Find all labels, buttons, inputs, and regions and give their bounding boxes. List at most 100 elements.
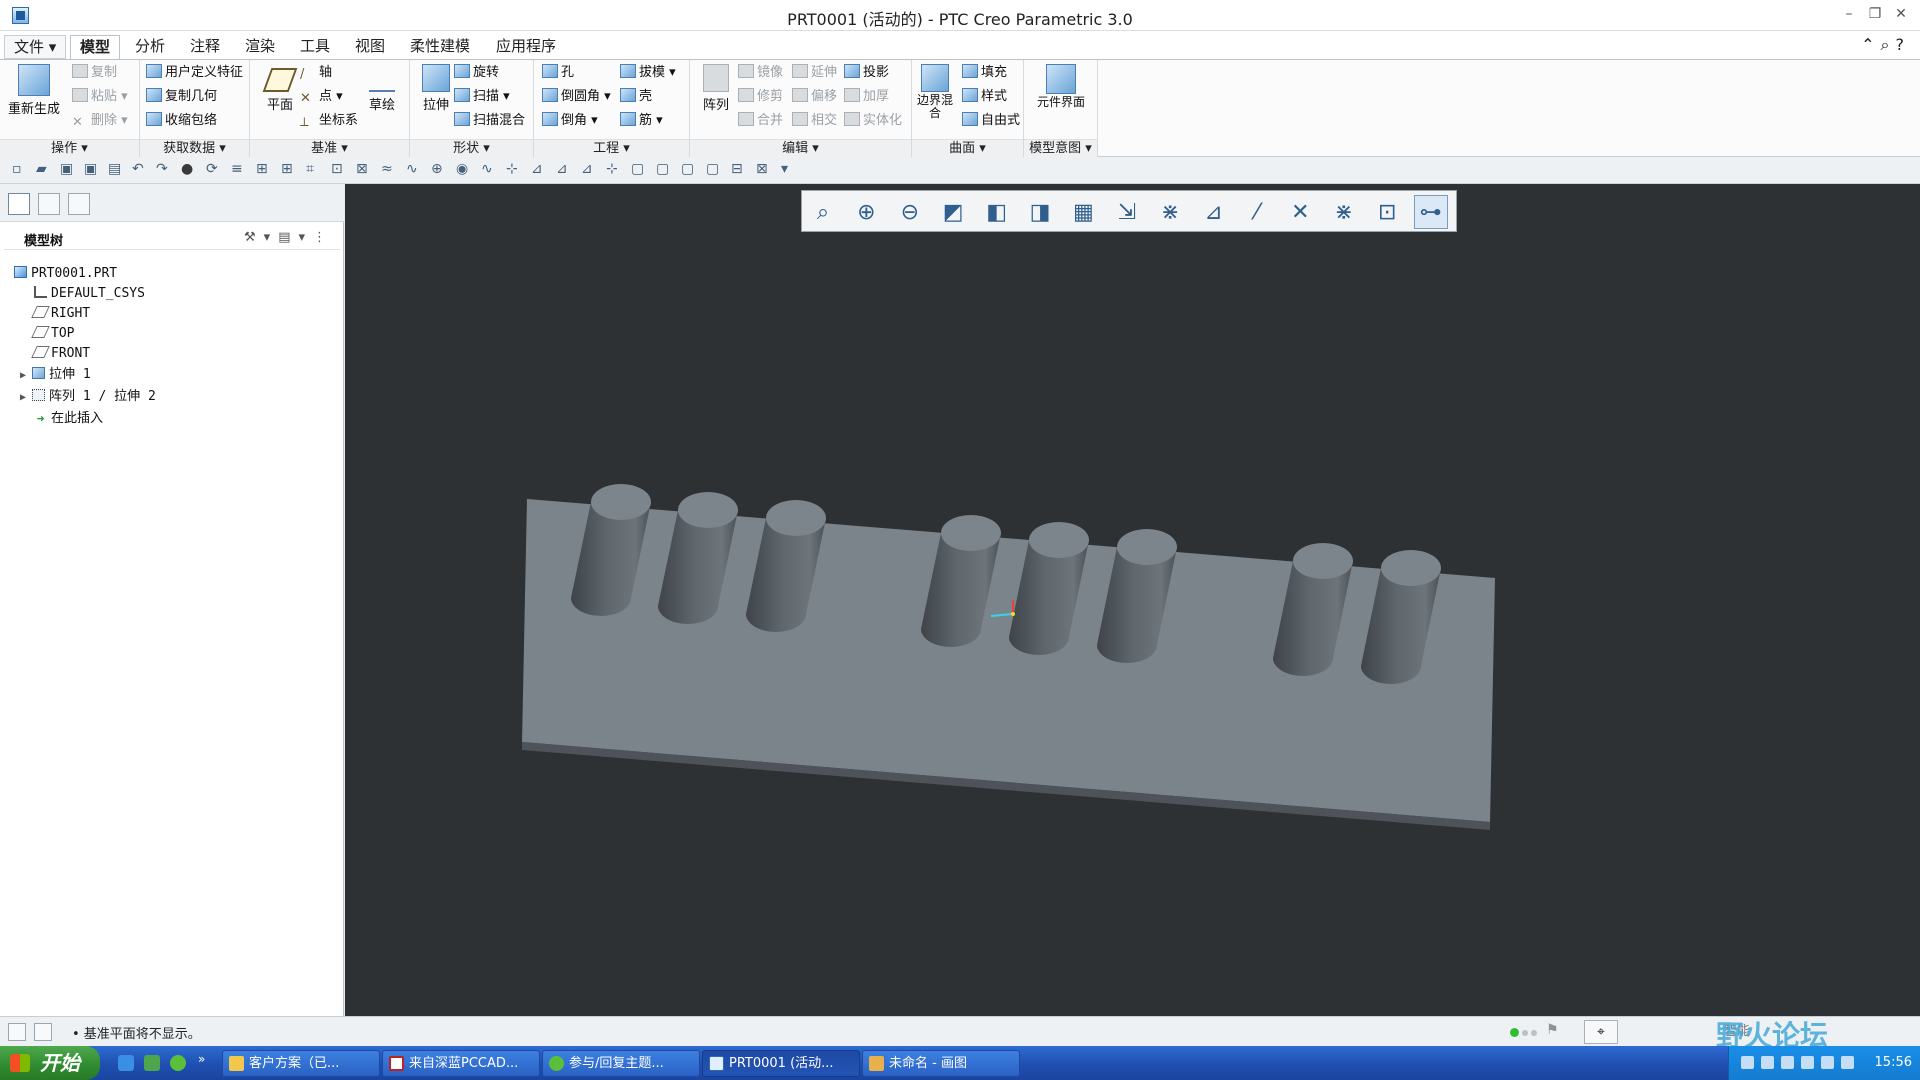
tool14-icon[interactable]: ⊿	[581, 161, 596, 177]
group-engineering-label[interactable]: 工程 ▾	[534, 139, 689, 158]
project-button[interactable]: 投影	[844, 62, 889, 84]
open-icon[interactable]: ▰	[36, 161, 51, 177]
point-button[interactable]: ✕ 点 ▾	[300, 86, 343, 108]
tray-icon[interactable]	[1741, 1056, 1754, 1069]
tab-render[interactable]: 渲染	[236, 35, 284, 59]
quicklaunch-app-icon[interactable]	[144, 1055, 160, 1071]
graphics-window[interactable]: ⌕ ⊕ ⊖ ◩ ◧ ◨ ▦ ⇲ ⋇ ⊿ ⁄ ✕ ⋇ ⊡ ⊶	[345, 184, 1920, 1016]
regenerate-button[interactable]: 重新生成	[8, 64, 60, 117]
tool20-icon[interactable]: ⊟	[731, 161, 746, 177]
tray-icon[interactable]	[1761, 1056, 1774, 1069]
base-plate-top-face[interactable]	[522, 499, 1495, 822]
tray-icon[interactable]	[1801, 1056, 1814, 1069]
copy-geometry-button[interactable]: 复制几何	[146, 86, 217, 108]
browser-icon[interactable]	[170, 1055, 186, 1071]
delete-button[interactable]: ✕ 删除 ▾	[72, 110, 128, 132]
tab-model[interactable]: 模型	[70, 35, 121, 59]
expand-icon[interactable]: ▶	[20, 366, 32, 386]
swept-blend-button[interactable]: 扫描混合	[454, 110, 525, 132]
rib-button[interactable]: 筋 ▾	[620, 110, 663, 132]
tab-annotate[interactable]: 注释	[181, 35, 229, 59]
collapse-ribbon-icon[interactable]: ⌃	[1861, 35, 1880, 54]
refit-icon[interactable]: ⌕	[806, 195, 840, 229]
tool19-icon[interactable]: ▢	[706, 161, 721, 177]
mirror-button[interactable]: 镜像	[738, 62, 783, 84]
tool12-icon[interactable]: ⊿	[531, 161, 546, 177]
navigator-toggle-icon[interactable]	[8, 1023, 26, 1041]
triad-origin[interactable]	[1011, 612, 1015, 616]
tab-analysis[interactable]: 分析	[126, 35, 174, 59]
revolve-button[interactable]: 旋转	[454, 62, 499, 84]
tree-item-right[interactable]: RIGHT	[31, 304, 90, 324]
tool8-icon[interactable]: ⊕	[431, 161, 446, 177]
tree-filter-icon[interactable]: ▤▾	[278, 230, 313, 245]
task-button[interactable]: 客户方案（已...	[222, 1050, 380, 1077]
tool13-icon[interactable]: ⊿	[556, 161, 571, 177]
merge-button[interactable]: 合并	[738, 110, 783, 132]
trim-button[interactable]: 修剪	[738, 86, 783, 108]
quicklaunch-more-icon[interactable]: »	[198, 1052, 205, 1066]
tab-applications[interactable]: 应用程序	[487, 35, 565, 59]
search-icon[interactable]: ⌕	[1881, 35, 1896, 54]
tool18-icon[interactable]: ▢	[681, 161, 696, 177]
tree-item-extrude-1[interactable]: ▶ 拉伸 1	[20, 365, 91, 385]
tree-item-insert-here[interactable]: ➜ 在此插入	[34, 409, 103, 429]
sketch-button[interactable]: 草绘	[356, 64, 408, 113]
tool7-icon[interactable]: ∿	[406, 161, 421, 177]
new-icon[interactable]: ▫	[12, 161, 27, 177]
group-editing-label[interactable]: 编辑 ▾	[690, 139, 911, 158]
tool15-icon[interactable]: ⊹	[606, 161, 621, 177]
intersect-button[interactable]: 相交	[792, 110, 837, 132]
print-icon[interactable]: ▤	[108, 161, 123, 177]
tool6-icon[interactable]: ≈	[381, 161, 396, 177]
group-model-intent-label[interactable]: 模型意图 ▾	[1024, 139, 1097, 158]
start-button[interactable]: 开始	[0, 1046, 100, 1080]
sphere-icon[interactable]: ●	[181, 161, 196, 177]
view-manager-icon[interactable]: ▦	[1066, 195, 1100, 229]
tool10-icon[interactable]: ∿	[481, 161, 496, 177]
tab-flexible-modeling[interactable]: 柔性建模	[401, 35, 479, 59]
tool16-icon[interactable]: ▢	[631, 161, 646, 177]
tool9-icon[interactable]: ◉	[456, 161, 471, 177]
cylinder-top-face-1[interactable]	[591, 484, 651, 520]
expand-icon[interactable]: ▶	[20, 388, 32, 408]
close-icon[interactable]: ✕	[1890, 6, 1912, 22]
repaint-icon[interactable]: ◩	[936, 195, 970, 229]
cylinder-top-face-8[interactable]	[1381, 550, 1441, 586]
round-button[interactable]: 倒圆角 ▾	[542, 86, 611, 108]
axis-button[interactable]: / 轴	[300, 62, 332, 84]
csys-display-icon[interactable]: ⋇	[1327, 195, 1361, 229]
cylinder-top-face-4[interactable]	[941, 515, 1001, 551]
save-icon[interactable]: ▣	[60, 161, 75, 177]
tree-item-top[interactable]: TOP	[31, 324, 74, 344]
solidify-button[interactable]: 实体化	[844, 110, 902, 132]
pattern-button[interactable]: 阵列	[690, 64, 742, 113]
tool2-icon[interactable]: ⊞	[281, 161, 296, 177]
thicken-button[interactable]: 加厚	[844, 86, 889, 108]
regen-icon[interactable]: ⟳	[206, 161, 221, 177]
point-display-icon[interactable]: ✕	[1283, 195, 1317, 229]
component-interface-button[interactable]: 元件界面	[1034, 64, 1088, 109]
spin-center-icon[interactable]: ⊶	[1413, 195, 1448, 229]
cylinder-top-face-3[interactable]	[766, 500, 826, 536]
customize-icon[interactable]: ▾	[781, 161, 796, 177]
tray-icon[interactable]	[1841, 1056, 1854, 1069]
cylinder-top-face-6[interactable]	[1117, 529, 1177, 565]
redo-icon[interactable]: ↷	[156, 161, 171, 177]
browser-toggle-icon[interactable]	[34, 1023, 52, 1041]
hole-button[interactable]: 孔	[542, 62, 574, 84]
task-button[interactable]: 参与/回复主题...	[542, 1050, 700, 1077]
tool17-icon[interactable]: ▢	[656, 161, 671, 177]
cylinder-top-face-5[interactable]	[1029, 522, 1089, 558]
annotation-display-icon[interactable]: ⊡	[1370, 195, 1404, 229]
tray-icon[interactable]	[1781, 1056, 1794, 1069]
minimize-icon[interactable]: –	[1838, 6, 1860, 22]
datum-display-icon[interactable]: ⋇	[1153, 195, 1187, 229]
tree-settings-icon[interactable]: ⚒▾	[244, 230, 278, 245]
tree-columns-icon[interactable]: ⋮	[313, 230, 334, 245]
saved-orientations-icon[interactable]: ◨	[1023, 195, 1057, 229]
plane-button[interactable]: 平面	[254, 64, 306, 113]
cylinder-top-face-7[interactable]	[1293, 543, 1353, 579]
sweep-button[interactable]: 扫描 ▾	[454, 86, 510, 108]
folder-browser-tab-icon[interactable]	[38, 193, 60, 215]
